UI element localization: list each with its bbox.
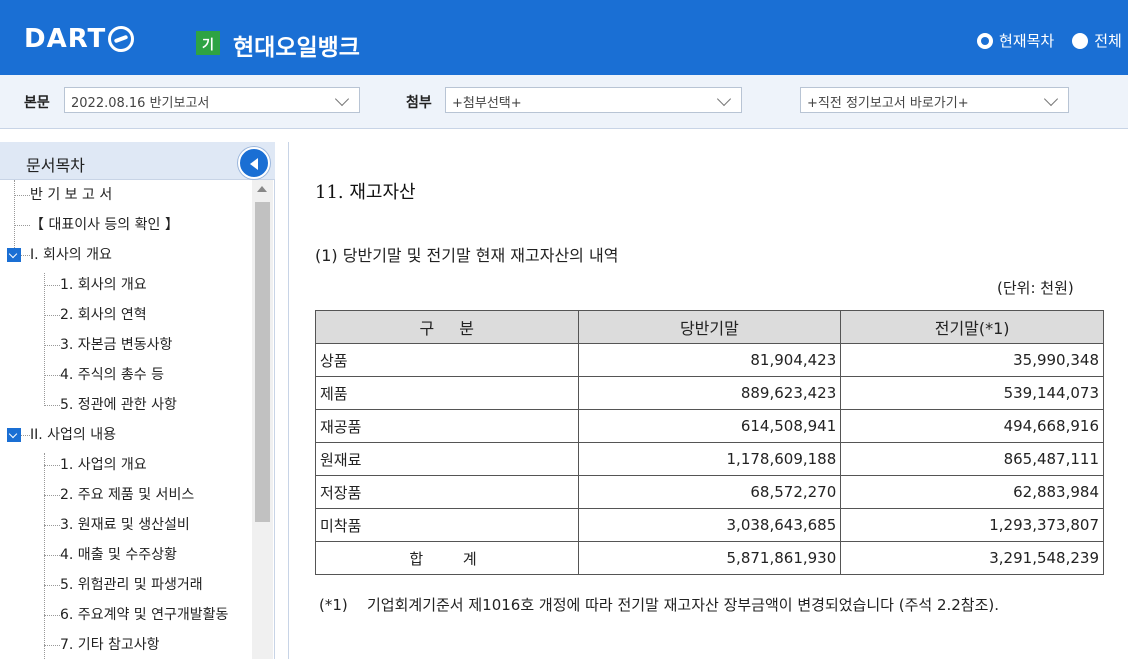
table-row: 원재료 1,178,609,188 865,487,111: [315, 442, 1104, 476]
row-label: 제품: [315, 376, 579, 410]
table-total-row: 합 계 5,871,861,930 3,291,548,239: [315, 541, 1104, 575]
row-label: 재공품: [315, 409, 579, 443]
toc-item-label: 1. 사업의 개요: [60, 457, 147, 473]
current-value: 614,508,941: [577, 409, 842, 443]
attach-select[interactable]: +첨부선택+: [445, 87, 742, 113]
toc-scope-radio-group: 현재목차 전체: [977, 30, 1128, 51]
table-row: 재공품 614,508,941 494,668,916: [315, 409, 1104, 443]
prior-value: 494,668,916: [840, 409, 1104, 443]
footnote-text: 기업회계기준서 제1016호 개정에 따라 전기말 재고자산 장부금액이 변경되…: [367, 596, 1000, 614]
globe-icon: [108, 26, 135, 52]
current-value: 889,623,423: [577, 376, 842, 410]
top-header: DART 기 현대오일뱅크 현재목차 전체: [0, 0, 1128, 75]
corp-class-badge: 기: [196, 31, 220, 55]
toc-item-label: 반 기 보 고 서: [30, 187, 113, 203]
radio-all-toc-label[interactable]: 전체: [1094, 30, 1122, 51]
prior-value: 35,990,348: [840, 343, 1104, 377]
expand-toggle-icon[interactable]: [7, 248, 21, 262]
unit-label: (단위: 천원): [997, 279, 1074, 297]
table-header-row: 구 분 당반기말 전기말(*1): [315, 310, 1104, 344]
toc-item-label: 5. 위험관리 및 파생거래: [60, 577, 203, 593]
toc-item-label: 4. 매출 및 수주상황: [60, 547, 177, 563]
row-label: 미착품: [315, 508, 579, 542]
total-current-value: 5,871,861,930: [577, 541, 842, 575]
tree-connector: [44, 453, 45, 659]
toc-item-label: 3. 자본금 변동사항: [60, 337, 173, 353]
main-doc-select-value: 2022.08.16 반기보고서: [71, 96, 210, 111]
radio-current-toc[interactable]: [977, 32, 993, 49]
inventory-table: 구 분 당반기말 전기말(*1) 상품 81,904,423 35,990,34…: [315, 310, 1104, 575]
logo-text: DART: [24, 24, 107, 54]
attach-label: 첨부: [406, 95, 432, 111]
col-header-current: 당반기말: [577, 310, 842, 344]
radio-all-toc[interactable]: [1072, 32, 1089, 49]
prev-report-select-value: +직전 정기보고서 바로가기+: [807, 96, 969, 111]
section-title: 11. 재고자산: [315, 182, 416, 203]
prev-report-select[interactable]: +직전 정기보고서 바로가기+: [800, 87, 1069, 113]
toc-item-label: 5. 정관에 관한 사항: [60, 397, 177, 413]
table-row: 저장품 68,572,270 62,883,984: [315, 475, 1104, 509]
toc-sidebar: 문서목차 반 기 보 고 서 【 대표이사 등의 확인 】 I. 회사의 개요 …: [0, 142, 275, 659]
collapse-sidebar-button[interactable]: [238, 147, 270, 179]
document-toolbar: 본문 2022.08.16 반기보고서 첨부 +첨부선택+ +직전 정기보고서 …: [0, 75, 1128, 129]
toc-item-label: 【 대표이사 등의 확인 】: [30, 217, 179, 233]
footnote-mark: (*1): [319, 596, 348, 614]
current-value: 3,038,643,685: [577, 508, 842, 542]
toc-item-label: 6. 주요계약 및 연구개발활동: [60, 607, 229, 623]
toc-item-label: 4. 주식의 총수 등: [60, 367, 164, 383]
toc-item-label: 2. 주요 제품 및 서비스: [60, 487, 195, 503]
radio-current-toc-label[interactable]: 현재목차: [999, 30, 1054, 51]
chevron-down-icon: [1043, 91, 1059, 107]
prior-value: 865,487,111: [840, 442, 1104, 476]
toc-title: 문서목차: [26, 156, 85, 175]
toc-item-label: 1. 회사의 개요: [60, 277, 147, 293]
table-row: 미착품 3,038,643,685 1,293,373,807: [315, 508, 1104, 542]
company-name: 현대오일뱅크: [233, 35, 360, 61]
toc-scrollbar[interactable]: [252, 180, 273, 659]
main-doc-select[interactable]: 2022.08.16 반기보고서: [64, 87, 360, 113]
toc-item-label: 2. 회사의 연혁: [60, 307, 147, 323]
col-header-prior: 전기말(*1): [840, 310, 1104, 344]
dart-logo[interactable]: DART: [24, 24, 135, 54]
total-prior-value: 3,291,548,239: [840, 541, 1104, 575]
row-label: 상품: [315, 343, 579, 377]
prior-value: 1,293,373,807: [840, 508, 1104, 542]
prior-value: 539,144,073: [840, 376, 1104, 410]
scrollbar-thumb[interactable]: [255, 202, 270, 522]
toc-tree: 반 기 보 고 서 【 대표이사 등의 확인 】 I. 회사의 개요 1. 회사…: [0, 180, 252, 659]
toc-item-label: II. 사업의 내용: [30, 427, 117, 443]
row-label: 저장품: [315, 475, 579, 509]
total-label: 합 계: [315, 541, 579, 575]
scroll-up-icon[interactable]: [257, 186, 267, 192]
attach-select-value: +첨부선택+: [452, 96, 522, 111]
current-value: 1,178,609,188: [577, 442, 842, 476]
toc-item-label: I. 회사의 개요: [30, 247, 112, 263]
chevron-down-icon: [334, 91, 350, 107]
tree-connector: [44, 273, 45, 406]
chevron-down-icon: [716, 91, 732, 107]
table-row: 상품 81,904,423 35,990,348: [315, 343, 1104, 377]
row-label: 원재료: [315, 442, 579, 476]
expand-toggle-icon[interactable]: [7, 428, 21, 442]
main-doc-label: 본문: [24, 95, 50, 111]
col-header-category: 구 분: [315, 310, 579, 344]
toc-item-label: 3. 원재료 및 생산설비: [60, 517, 190, 533]
table-row: 제품 889,623,423 539,144,073: [315, 376, 1104, 410]
toc-item-label: 7. 기타 참고사항: [60, 637, 160, 653]
tree-connector: [14, 180, 15, 258]
toc-header: 문서목차: [0, 142, 275, 180]
document-viewer: 11. 재고자산 (1) 당반기말 및 전기말 현재 재고자산의 내역 (단위:…: [288, 142, 1128, 659]
prior-value: 62,883,984: [840, 475, 1104, 509]
sub-title: (1) 당반기말 및 전기말 현재 재고자산의 내역: [315, 246, 619, 265]
current-value: 81,904,423: [577, 343, 842, 377]
current-value: 68,572,270: [577, 475, 842, 509]
